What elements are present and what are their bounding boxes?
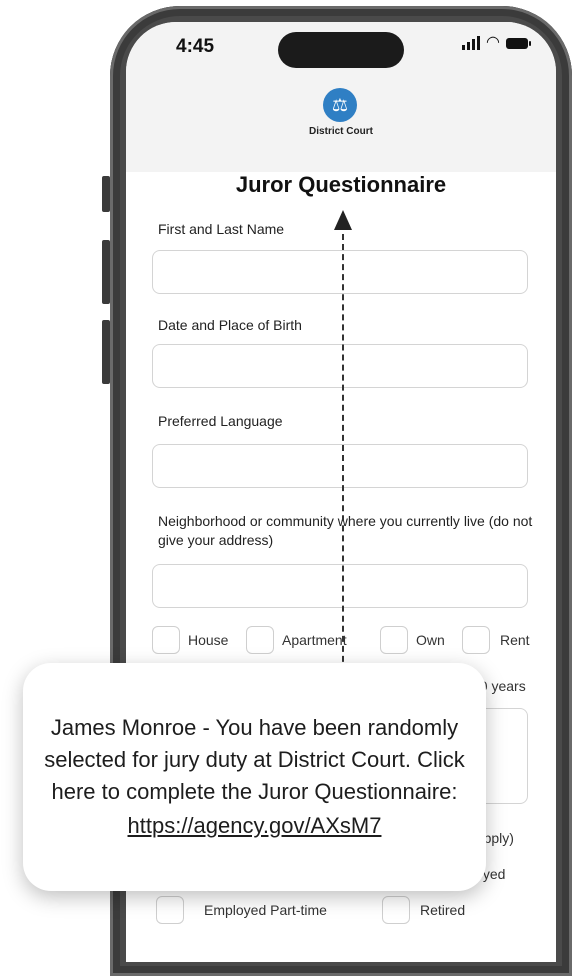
arrow-up-icon	[334, 210, 352, 230]
employed-part-time-label: Employed Part-time	[204, 902, 327, 918]
employed-part-time-checkbox[interactable]	[156, 896, 184, 924]
wifi-icon: ◠	[486, 34, 500, 51]
field-label-birth: Date and Place of Birth	[158, 317, 302, 333]
scales-of-justice-icon: ⚖	[323, 88, 357, 122]
house-label: House	[188, 632, 229, 648]
housing-options: House Apartment Own Rent	[152, 626, 542, 656]
rent-checkbox[interactable]	[462, 626, 490, 654]
status-icons: ◠	[462, 34, 531, 51]
status-bar: 4:45 ◠ ⚖ District Court	[126, 22, 556, 172]
retired-label: Retired	[420, 902, 466, 918]
apartment-label: Apartment	[282, 632, 347, 648]
form-title: Juror Questionnaire	[235, 172, 447, 197]
dashed-connector-line	[342, 234, 344, 682]
volume-up-button	[102, 240, 110, 304]
house-checkbox[interactable]	[152, 626, 180, 654]
birth-input[interactable]	[152, 344, 528, 388]
own-label: Own	[416, 632, 445, 648]
volume-down-button	[102, 320, 110, 384]
battery-icon	[506, 37, 531, 49]
field-label-name: First and Last Name	[158, 221, 285, 237]
own-checkbox[interactable]	[380, 626, 408, 654]
notification-popup[interactable]: James Monroe - You have been randomly se…	[23, 663, 486, 891]
org-name: District Court	[309, 126, 373, 137]
field-label-neighborhood: Neighborhood or community where you curr…	[158, 513, 533, 548]
signal-icon	[462, 36, 481, 50]
retired-checkbox[interactable]	[382, 896, 410, 924]
name-input[interactable]	[152, 250, 528, 294]
neighborhood-input[interactable]	[152, 564, 528, 608]
apartment-checkbox[interactable]	[246, 626, 274, 654]
action-button	[102, 176, 110, 212]
status-time: 4:45	[176, 36, 215, 57]
notification-message: James Monroe - You have been randomly se…	[44, 715, 465, 804]
language-input[interactable]	[152, 444, 528, 488]
field-label-language: Preferred Language	[158, 413, 283, 429]
rent-label: Rent	[500, 632, 530, 648]
dynamic-island	[278, 32, 404, 68]
notification-link[interactable]: https://agency.gov/AXsM7	[128, 810, 382, 842]
